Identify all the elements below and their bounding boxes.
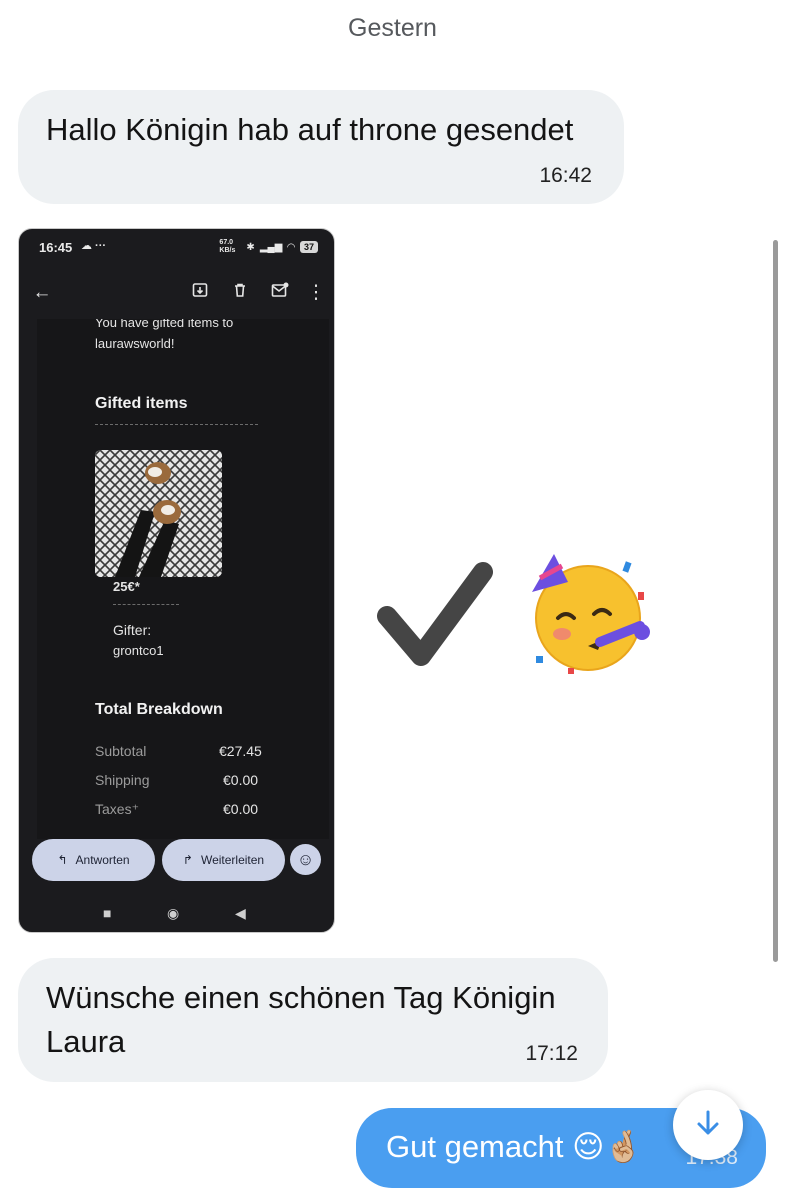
bluetooth-icon: ✱ xyxy=(246,241,255,253)
recents-icon[interactable]: ■ xyxy=(103,905,111,921)
reply-icon: ↰ xyxy=(57,853,68,867)
gifter-name: grontco1 xyxy=(113,643,164,658)
scroll-to-bottom-button[interactable] xyxy=(673,1090,743,1160)
back-icon[interactable]: ◀ xyxy=(235,905,246,922)
message-time: 17:12 xyxy=(525,1042,578,1065)
home-icon[interactable]: ◉ xyxy=(167,905,179,922)
forward-icon: ↱ xyxy=(182,853,193,867)
signal-icon: ▂▄▆ xyxy=(259,241,283,253)
shipping-label: Shipping xyxy=(95,772,150,788)
gifted-items-heading: Gifted items xyxy=(95,395,188,412)
forward-label: Weiterleiten xyxy=(200,853,265,867)
arrow-down-icon xyxy=(695,1109,721,1142)
item-price: 25€* xyxy=(113,579,140,594)
net-speed: 67.0 KB/s xyxy=(219,239,236,254)
android-nav-bar: ■ ◉ ◀ xyxy=(19,897,334,932)
emoji-reaction-button[interactable]: ☺ xyxy=(290,844,321,875)
forward-button[interactable]: ↱ Weiterleiten xyxy=(162,839,285,881)
divider xyxy=(95,424,258,425)
incoming-message[interactable]: Wünsche einen schönen Tag Königin Laura … xyxy=(18,958,608,1082)
scrollbar[interactable] xyxy=(773,240,778,962)
message-text: Wünsche einen schönen Tag Königin Laura xyxy=(46,980,556,1059)
more-options-icon[interactable]: ⋮ xyxy=(303,280,329,306)
trash-icon[interactable] xyxy=(227,280,253,306)
total-breakdown-heading: Total Breakdown xyxy=(95,701,223,718)
phone-status-bar: 16:45 ☁ ··· 67.0 KB/s ✱ ▂▄▆ ◠ 37 xyxy=(19,229,334,267)
archive-icon[interactable] xyxy=(187,280,213,306)
incoming-message[interactable]: Hallo Königin hab auf throne gesendet 16… xyxy=(18,90,624,204)
subtotal-value: €27.45 xyxy=(219,743,262,759)
status-extra: ☁ ··· xyxy=(81,240,107,252)
battery-icon: 37 xyxy=(299,241,318,253)
message-text: Hallo Königin hab auf throne gesendet xyxy=(46,112,574,147)
screenshot-attachment[interactable]: 16:45 ☁ ··· 67.0 KB/s ✱ ▂▄▆ ◠ 37 ← ⋮ You… xyxy=(18,228,335,933)
email-recipient: laurawsworld! xyxy=(95,336,175,351)
taxes-label: Taxes⁺ xyxy=(95,801,139,817)
email-actions: ↰ Antworten ↱ Weiterleiten ☺ xyxy=(19,839,334,889)
date-separator: Gestern xyxy=(348,14,437,42)
wifi-icon: ◠ xyxy=(287,241,295,253)
check-icon xyxy=(377,560,493,673)
email-intro: You have gifted items to xyxy=(95,319,234,330)
subtotal-label: Subtotal xyxy=(95,743,147,759)
taxes-value: €0.00 xyxy=(223,801,259,817)
shipping-value: €0.00 xyxy=(223,772,259,788)
email-toolbar: ← ⋮ xyxy=(19,267,334,319)
divider xyxy=(113,604,179,605)
email-body: You have gifted items to laurawsworld! G… xyxy=(37,319,329,839)
back-arrow-icon[interactable]: ← xyxy=(29,280,55,306)
gifter-label: Gifter: xyxy=(113,622,152,638)
party-face-emoji xyxy=(528,552,658,681)
reply-label: Antworten xyxy=(75,853,130,867)
reply-button[interactable]: ↰ Antworten xyxy=(32,839,155,881)
status-time: 16:45 xyxy=(39,240,73,255)
mark-unread-icon[interactable] xyxy=(267,280,293,306)
message-text: Gut gemacht 😌🤞🏼 xyxy=(386,1129,644,1164)
message-time: 16:42 xyxy=(539,164,592,187)
product-image xyxy=(95,450,222,577)
